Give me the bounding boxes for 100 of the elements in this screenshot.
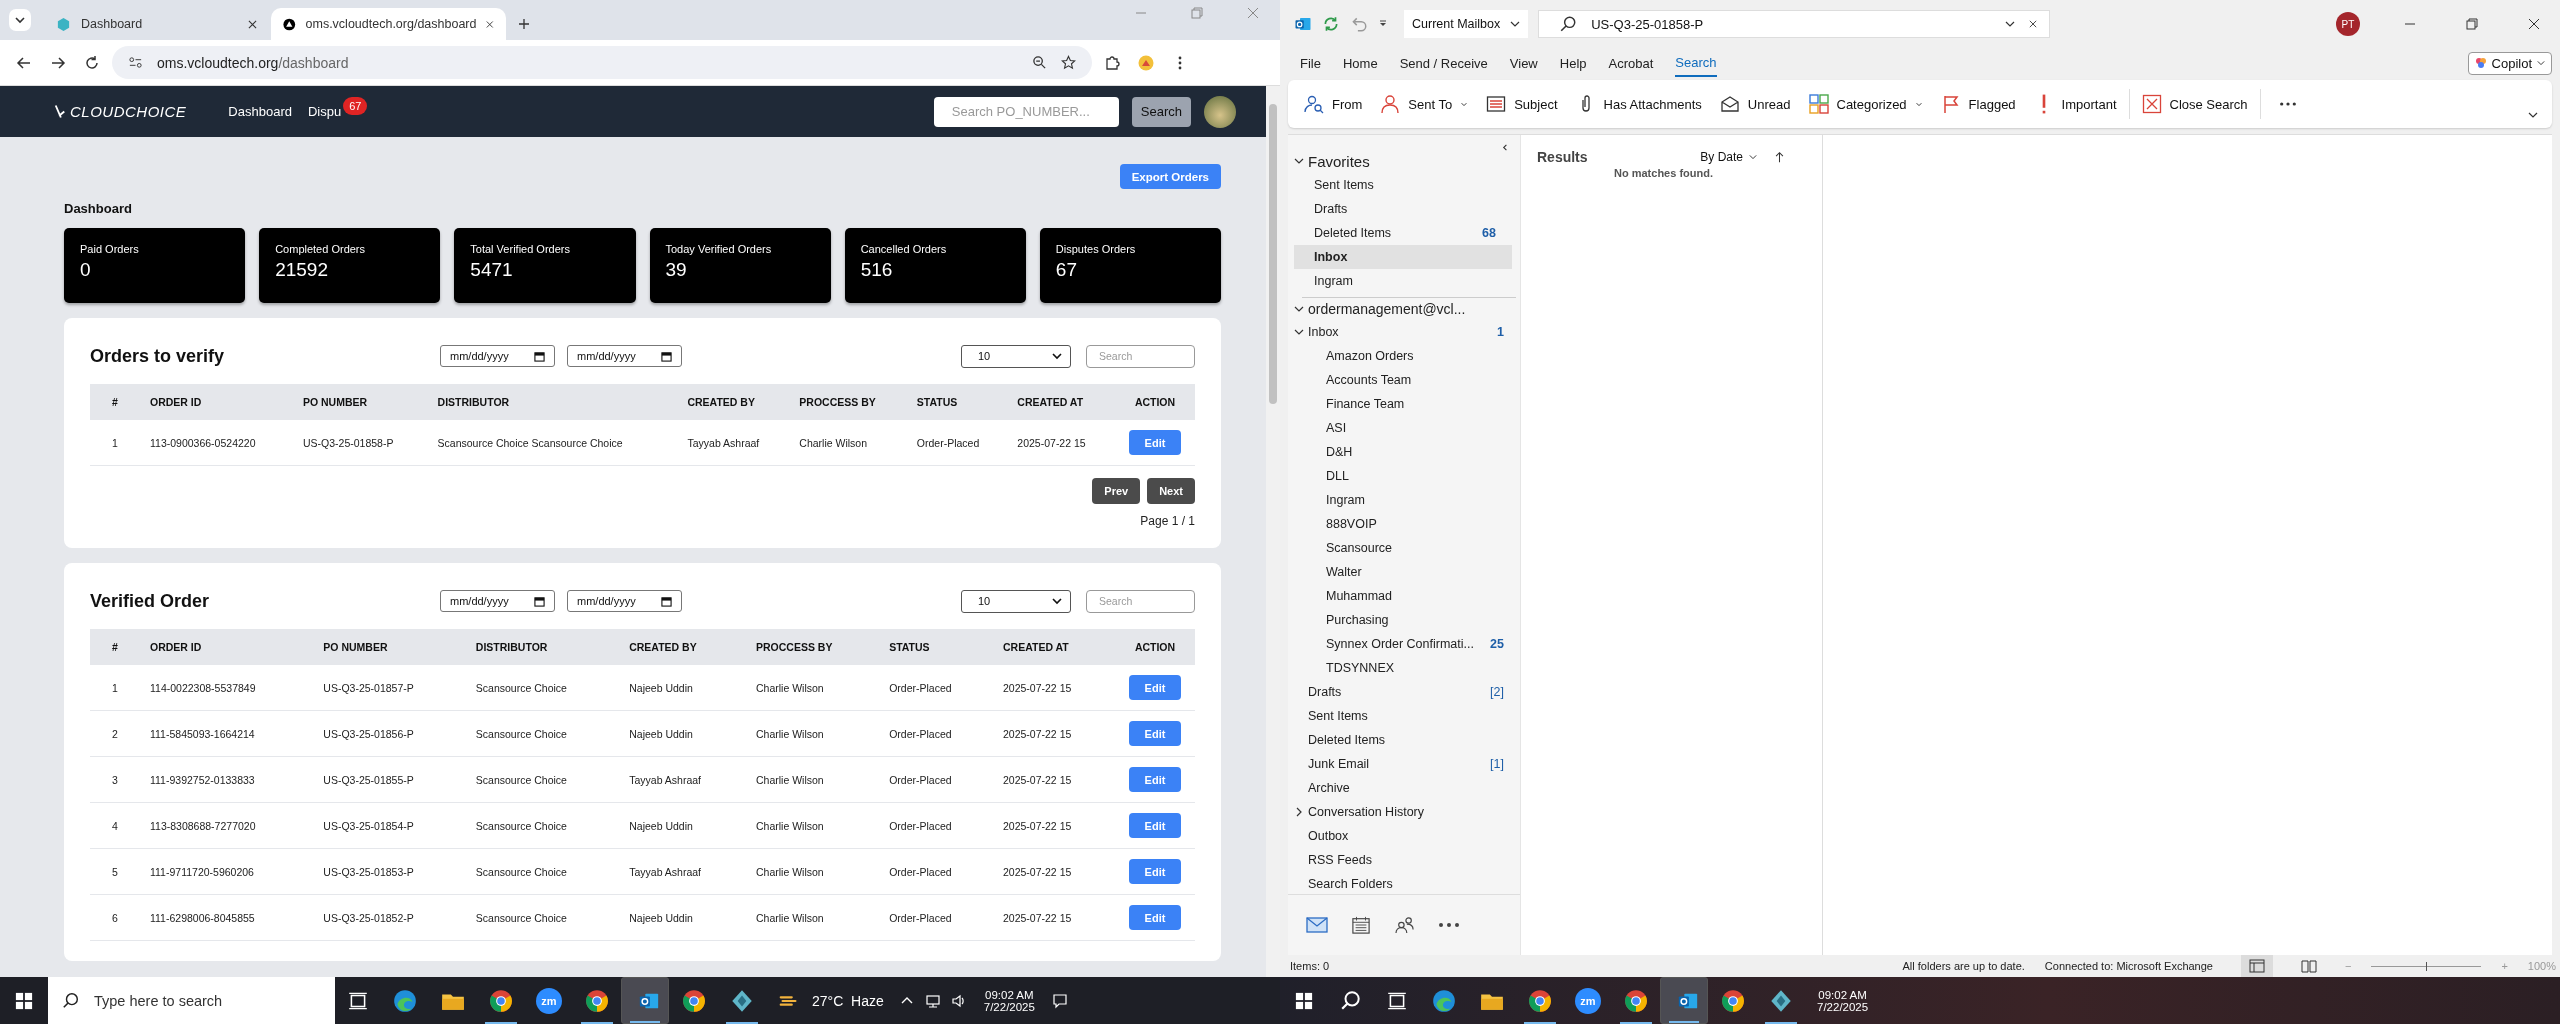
folder-item[interactable]: RSS Feeds xyxy=(1308,853,1504,867)
clear-icon[interactable] xyxy=(2029,20,2038,28)
date-field[interactable]: mm/dd/yyyy xyxy=(567,590,682,612)
folder-item[interactable]: Ingram xyxy=(1326,493,1504,507)
ribbon-tab[interactable]: Help xyxy=(1559,50,1587,76)
weather-text[interactable]: 27°C Haze xyxy=(812,992,884,1009)
ribbon-tab[interactable]: Search xyxy=(1675,49,1717,77)
folder-item[interactable]: 888VOIP xyxy=(1326,517,1504,531)
folder-item[interactable]: TDSYNNEX xyxy=(1326,661,1504,675)
calendar-icon[interactable] xyxy=(661,350,672,362)
ribbon-button[interactable]: Unread xyxy=(1711,88,1799,120)
table-search-field[interactable]: Search xyxy=(1086,589,1195,613)
clock[interactable]: 09:02 AM 7/22/2025 xyxy=(983,988,1035,1013)
folder-item[interactable]: ASI xyxy=(1326,421,1504,435)
ribbon-tab[interactable]: Home xyxy=(1342,50,1378,76)
edit-button[interactable]: Edit xyxy=(1128,859,1182,884)
people-icon[interactable] xyxy=(1394,916,1416,934)
caret-icon[interactable] xyxy=(2005,19,2016,29)
edit-button[interactable]: Edit xyxy=(1128,721,1182,746)
ribbon-tab[interactable]: File xyxy=(1300,50,1321,76)
edit-button[interactable]: Edit xyxy=(1128,430,1182,455)
folder-item[interactable]: Deleted Items xyxy=(1308,733,1504,747)
edit-button[interactable]: Edit xyxy=(1128,905,1182,930)
browser-icon[interactable] xyxy=(1623,987,1649,1014)
folder-item[interactable]: Drafts xyxy=(1314,202,1496,216)
search-field[interactable]: US-Q3-25-01858-P xyxy=(1538,10,2051,38)
edit-button[interactable]: Edit xyxy=(1128,767,1182,792)
ribbon-button[interactable]: Subject xyxy=(1478,88,1566,120)
logo-text[interactable]: CLOUDCHOICE xyxy=(70,103,187,120)
folder-item[interactable]: Accounts Team xyxy=(1326,373,1504,387)
ribbon-tab[interactable]: Acrobat xyxy=(1608,50,1654,76)
close-icon[interactable] xyxy=(248,19,257,29)
edit-button[interactable]: Edit xyxy=(1128,813,1182,838)
folder-item[interactable]: Scansource xyxy=(1326,541,1504,555)
restore-icon[interactable] xyxy=(2466,18,2478,30)
search-button[interactable]: Search xyxy=(1131,96,1191,127)
browser-icon[interactable] xyxy=(488,987,514,1014)
date-field[interactable]: mm/dd/yyyy xyxy=(567,345,682,367)
page-size-select[interactable]: 10 xyxy=(961,344,1071,368)
browser-icon[interactable] xyxy=(392,987,418,1014)
chevron-down-icon[interactable] xyxy=(2528,110,2538,120)
sort-direction-arrow-icon[interactable] xyxy=(1775,151,1784,163)
prev-button[interactable]: Prev xyxy=(1092,478,1141,504)
folder-item[interactable]: Archive xyxy=(1308,781,1504,795)
ribbon-tab[interactable]: Send / Receive xyxy=(1399,50,1488,76)
folder-item[interactable]: D&H xyxy=(1326,445,1504,459)
folder-item[interactable]: Sent Items xyxy=(1308,709,1504,723)
chevron-down-icon[interactable] xyxy=(1294,327,1304,337)
chevron-down-icon[interactable] xyxy=(1294,156,1304,166)
folder-item[interactable]: Deleted Items xyxy=(1314,226,1477,240)
chevron-right-icon[interactable] xyxy=(1294,807,1304,817)
browser-tab[interactable]: oms.vcloudtech.org/dashboard xyxy=(271,8,506,40)
section-header[interactable]: Favorites xyxy=(1308,152,1370,170)
folder-item[interactable]: Muhammad xyxy=(1326,589,1504,603)
folder-item[interactable]: Ingram xyxy=(1314,274,1496,288)
mail-icon[interactable] xyxy=(1306,916,1328,934)
address-bar[interactable]: oms.vcloudtech.org/dashboard xyxy=(112,46,1092,79)
folder-item[interactable]: Conversation History xyxy=(1308,805,1504,819)
calendar-icon[interactable] xyxy=(1350,916,1372,934)
user-avatar[interactable]: PT xyxy=(2336,12,2360,36)
folder-item[interactable]: Walter xyxy=(1326,565,1504,579)
search-field[interactable]: Search PO_NUMBER... xyxy=(933,96,1119,127)
table-search-field[interactable]: Search xyxy=(1086,344,1195,368)
export-orders-button[interactable]: Export Orders xyxy=(1119,164,1221,189)
browser-icon[interactable] xyxy=(1527,987,1553,1014)
ribbon-button[interactable]: Categorized xyxy=(1800,88,1931,120)
ribbon-button[interactable]: Flagged xyxy=(1932,88,2024,120)
copilot-button[interactable]: Copilot xyxy=(2467,51,2552,75)
normal-view-icon[interactable] xyxy=(2241,955,2273,977)
nav-link[interactable]: Dashboard xyxy=(228,104,292,119)
avatar-photo-placeholder[interactable] xyxy=(1204,95,1236,128)
nav-link[interactable]: Dispu xyxy=(307,104,342,119)
search-scope-dropdown[interactable]: Current Mailbox xyxy=(1404,10,1529,38)
ribbon-button[interactable]: Important xyxy=(2025,88,2125,120)
more-options-icon[interactable] xyxy=(2278,101,2297,107)
folder-item[interactable]: Search Folders xyxy=(1308,877,1504,891)
folder-item[interactable]: Finance Team xyxy=(1326,397,1504,411)
clock[interactable]: 09:02 AM 7/22/2025 xyxy=(1817,988,1869,1013)
new-tab-icon[interactable] xyxy=(518,18,530,30)
browser-tab[interactable]: Dashboard xyxy=(44,8,269,40)
close-icon[interactable] xyxy=(2528,18,2540,30)
next-button[interactable]: Next xyxy=(1147,478,1195,504)
taskbar-search-field[interactable]: Type here to search xyxy=(48,977,335,1024)
calendar-icon[interactable] xyxy=(661,595,672,607)
folder-item[interactable]: Inbox xyxy=(1308,325,1492,339)
calendar-icon[interactable] xyxy=(534,595,545,607)
tab-search-icon[interactable] xyxy=(8,8,32,32)
date-field[interactable]: mm/dd/yyyy xyxy=(440,345,555,367)
folder-item[interactable]: Junk Email xyxy=(1308,757,1485,771)
zoom-out-icon[interactable] xyxy=(1032,55,1047,70)
page-size-select[interactable]: 10 xyxy=(961,589,1071,613)
folder-item[interactable]: Purchasing xyxy=(1326,613,1504,627)
caret-icon[interactable] xyxy=(1378,19,1388,29)
ribbon-button[interactable]: From xyxy=(1296,88,1371,120)
browser-icon[interactable] xyxy=(1720,987,1746,1014)
collapse-pane-icon[interactable] xyxy=(1501,143,1510,152)
edit-button[interactable]: Edit xyxy=(1128,675,1182,700)
folder-item[interactable]: Drafts xyxy=(1308,685,1485,699)
ribbon-button[interactable]: Close Search xyxy=(2133,88,2256,120)
browser-icon[interactable] xyxy=(1431,987,1457,1014)
